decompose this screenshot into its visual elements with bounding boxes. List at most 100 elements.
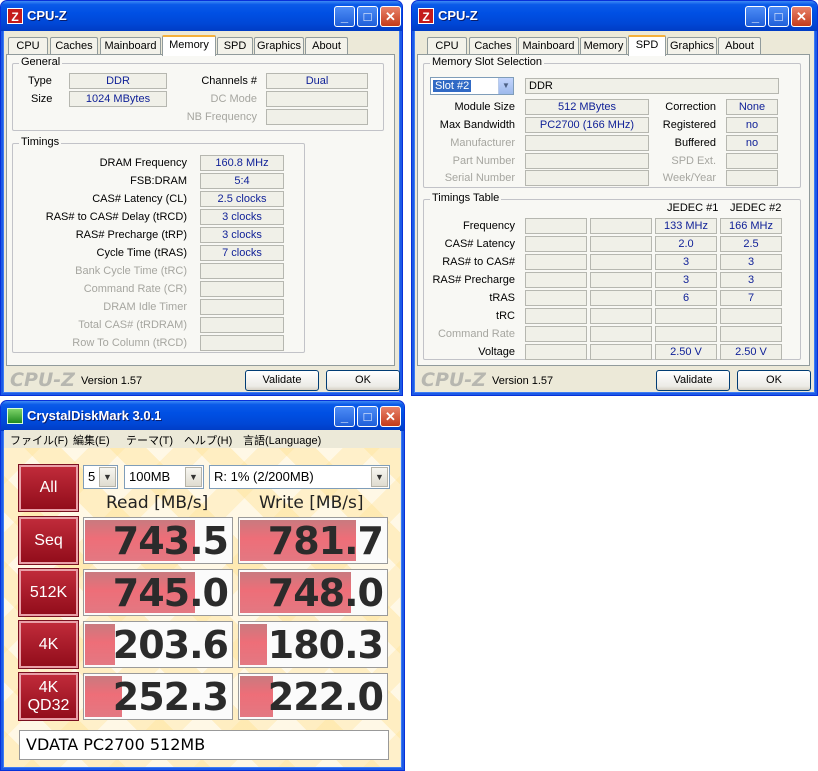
- tab-caches[interactable]: Caches: [50, 37, 98, 55]
- dc-mode-label: DC Mode: [210, 93, 257, 105]
- menu-help[interactable]: ヘルプ(H): [184, 432, 232, 448]
- validate-button[interactable]: Validate: [245, 370, 319, 391]
- type-value: DDR: [69, 73, 167, 89]
- part-number-label: Part Number: [452, 155, 515, 167]
- comment-field[interactable]: VDATA PC2700 512MB: [19, 730, 389, 760]
- chevron-down-icon[interactable]: ▼: [185, 467, 202, 487]
- cpuz-app-icon: Z: [418, 8, 434, 24]
- maximize-button[interactable]: □: [357, 406, 378, 427]
- tab-cpu[interactable]: CPU: [8, 37, 48, 55]
- all-button[interactable]: All: [19, 465, 78, 511]
- cpuz-memory-window: Z CPU-Z _ □ ✕ CPU Caches Mainboard Memor…: [0, 0, 403, 396]
- drive-select[interactable]: R: 1% (2/200MB) ▼: [209, 465, 390, 489]
- 512k-test-button[interactable]: 512K: [19, 569, 78, 616]
- close-button[interactable]: ✕: [380, 406, 401, 427]
- test-count-select[interactable]: 5 ▼: [83, 465, 118, 489]
- tab-about[interactable]: About: [718, 37, 761, 55]
- close-button[interactable]: ✕: [791, 6, 812, 27]
- spd-timing-label: tRAS: [489, 292, 515, 304]
- spd-panel: Memory Slot Selection Slot #2 ▼ DDR Modu…: [417, 54, 810, 366]
- registered-label: Registered: [662, 119, 716, 131]
- jedec2-value: [720, 308, 782, 324]
- test-size-select[interactable]: 100MB ▼: [124, 465, 204, 489]
- 4k-test-button[interactable]: 4K: [19, 621, 78, 668]
- timing-value: [200, 263, 284, 279]
- minimize-button[interactable]: _: [334, 406, 355, 427]
- minimize-icon: _: [340, 409, 349, 424]
- jedec1-value: 6: [655, 290, 717, 306]
- spd-empty-cell: [525, 254, 587, 270]
- 4k-read-result: 203.6: [83, 621, 233, 668]
- timings-table-group: Timings Table JEDEC #1 JEDEC #2 Frequenc…: [423, 192, 801, 360]
- max-bandwidth-label: Max Bandwidth: [439, 119, 515, 131]
- spd-empty-cell: [525, 290, 587, 306]
- chevron-down-icon[interactable]: ▼: [371, 467, 388, 487]
- timing-label: Bank Cycle Time (tRC): [75, 265, 187, 277]
- timing-label: Total CAS# (tRDRAM): [78, 319, 187, 331]
- tab-cpu[interactable]: CPU: [427, 37, 467, 55]
- crystaldiskmark-window: CrystalDiskMark 3.0.1 _ □ ✕ ファイル(F) 編集(E…: [0, 400, 405, 771]
- title-bar[interactable]: Z CPU-Z _ □ ✕: [412, 1, 817, 31]
- maximize-button[interactable]: □: [357, 6, 378, 27]
- menu-theme[interactable]: テーマ(T): [126, 432, 173, 448]
- spd-timing-label: tRC: [496, 310, 515, 322]
- type-label: Type: [28, 75, 52, 87]
- result-value: 203.6: [112, 623, 229, 667]
- tab-mainboard[interactable]: Mainboard: [100, 37, 161, 55]
- chevron-down-icon[interactable]: ▼: [498, 78, 513, 94]
- correction-label: Correction: [665, 101, 716, 113]
- jedec2-value: [720, 326, 782, 342]
- 4k-write-result: 180.3: [238, 621, 388, 668]
- maximize-button[interactable]: □: [768, 6, 789, 27]
- 4k-qd32-test-button[interactable]: 4K QD32: [19, 673, 78, 720]
- timings-table-title: Timings Table: [430, 192, 502, 204]
- tab-mainboard[interactable]: Mainboard: [518, 37, 579, 55]
- title-bar[interactable]: CrystalDiskMark 3.0.1 _ □ ✕: [1, 401, 404, 431]
- menu-edit[interactable]: 編集(E): [73, 432, 110, 448]
- ok-button[interactable]: OK: [737, 370, 811, 391]
- registered-value: no: [726, 117, 778, 133]
- benchmark-area: All 5 ▼ 100MB ▼ R: 1% (2/200MB) ▼ Read […: [4, 448, 400, 767]
- ok-button[interactable]: OK: [326, 370, 400, 391]
- spd-empty-cell: [590, 308, 652, 324]
- timing-value: 160.8 MHz: [200, 155, 284, 171]
- spd-empty-cell: [525, 236, 587, 252]
- tab-spd[interactable]: SPD: [217, 37, 253, 55]
- jedec1-value: [655, 326, 717, 342]
- minimize-button[interactable]: _: [334, 6, 355, 27]
- module-size-label: Module Size: [454, 101, 515, 113]
- crystaldiskmark-app-icon: [7, 408, 23, 424]
- timing-label: Row To Column (tRCD): [72, 337, 187, 349]
- title-bar[interactable]: Z CPU-Z _ □ ✕: [1, 1, 402, 31]
- window-title: CrystalDiskMark 3.0.1: [27, 408, 162, 423]
- tab-graphics[interactable]: Graphics: [667, 37, 717, 55]
- 4k-qd32-read-result: 252.3: [83, 673, 233, 720]
- seq-write-result: 781.7: [238, 517, 388, 564]
- menu-language[interactable]: 言語(Language): [243, 432, 321, 448]
- minimize-icon: _: [340, 9, 349, 24]
- seq-test-button[interactable]: Seq: [19, 517, 78, 564]
- validate-button[interactable]: Validate: [656, 370, 730, 391]
- tab-memory[interactable]: Memory: [162, 35, 216, 56]
- tab-caches[interactable]: Caches: [469, 37, 517, 55]
- test-count-value: 5: [88, 469, 96, 484]
- timing-label: RAS# Precharge (tRP): [75, 229, 187, 241]
- minimize-button[interactable]: _: [745, 6, 766, 27]
- size-value: 1024 MBytes: [69, 91, 167, 107]
- slot-select[interactable]: Slot #2 ▼: [430, 77, 514, 95]
- chevron-down-icon[interactable]: ▼: [99, 467, 116, 487]
- tab-about[interactable]: About: [305, 37, 348, 55]
- result-bar: [240, 624, 267, 665]
- test-size-value: 100MB: [129, 469, 171, 484]
- close-button[interactable]: ✕: [380, 6, 401, 27]
- tab-memory[interactable]: Memory: [580, 37, 627, 55]
- 512k-write-result: 748.0: [238, 569, 388, 616]
- menu-file[interactable]: ファイル(F): [10, 432, 68, 448]
- result-bar: [85, 624, 116, 665]
- jedec1-value: 2.0: [655, 236, 717, 252]
- tab-graphics[interactable]: Graphics: [254, 37, 304, 55]
- tab-spd[interactable]: SPD: [628, 35, 666, 56]
- result-value: 781.7: [267, 519, 384, 563]
- max-bandwidth-value: PC2700 (166 MHz): [525, 117, 649, 133]
- manufacturer-value: [525, 135, 649, 151]
